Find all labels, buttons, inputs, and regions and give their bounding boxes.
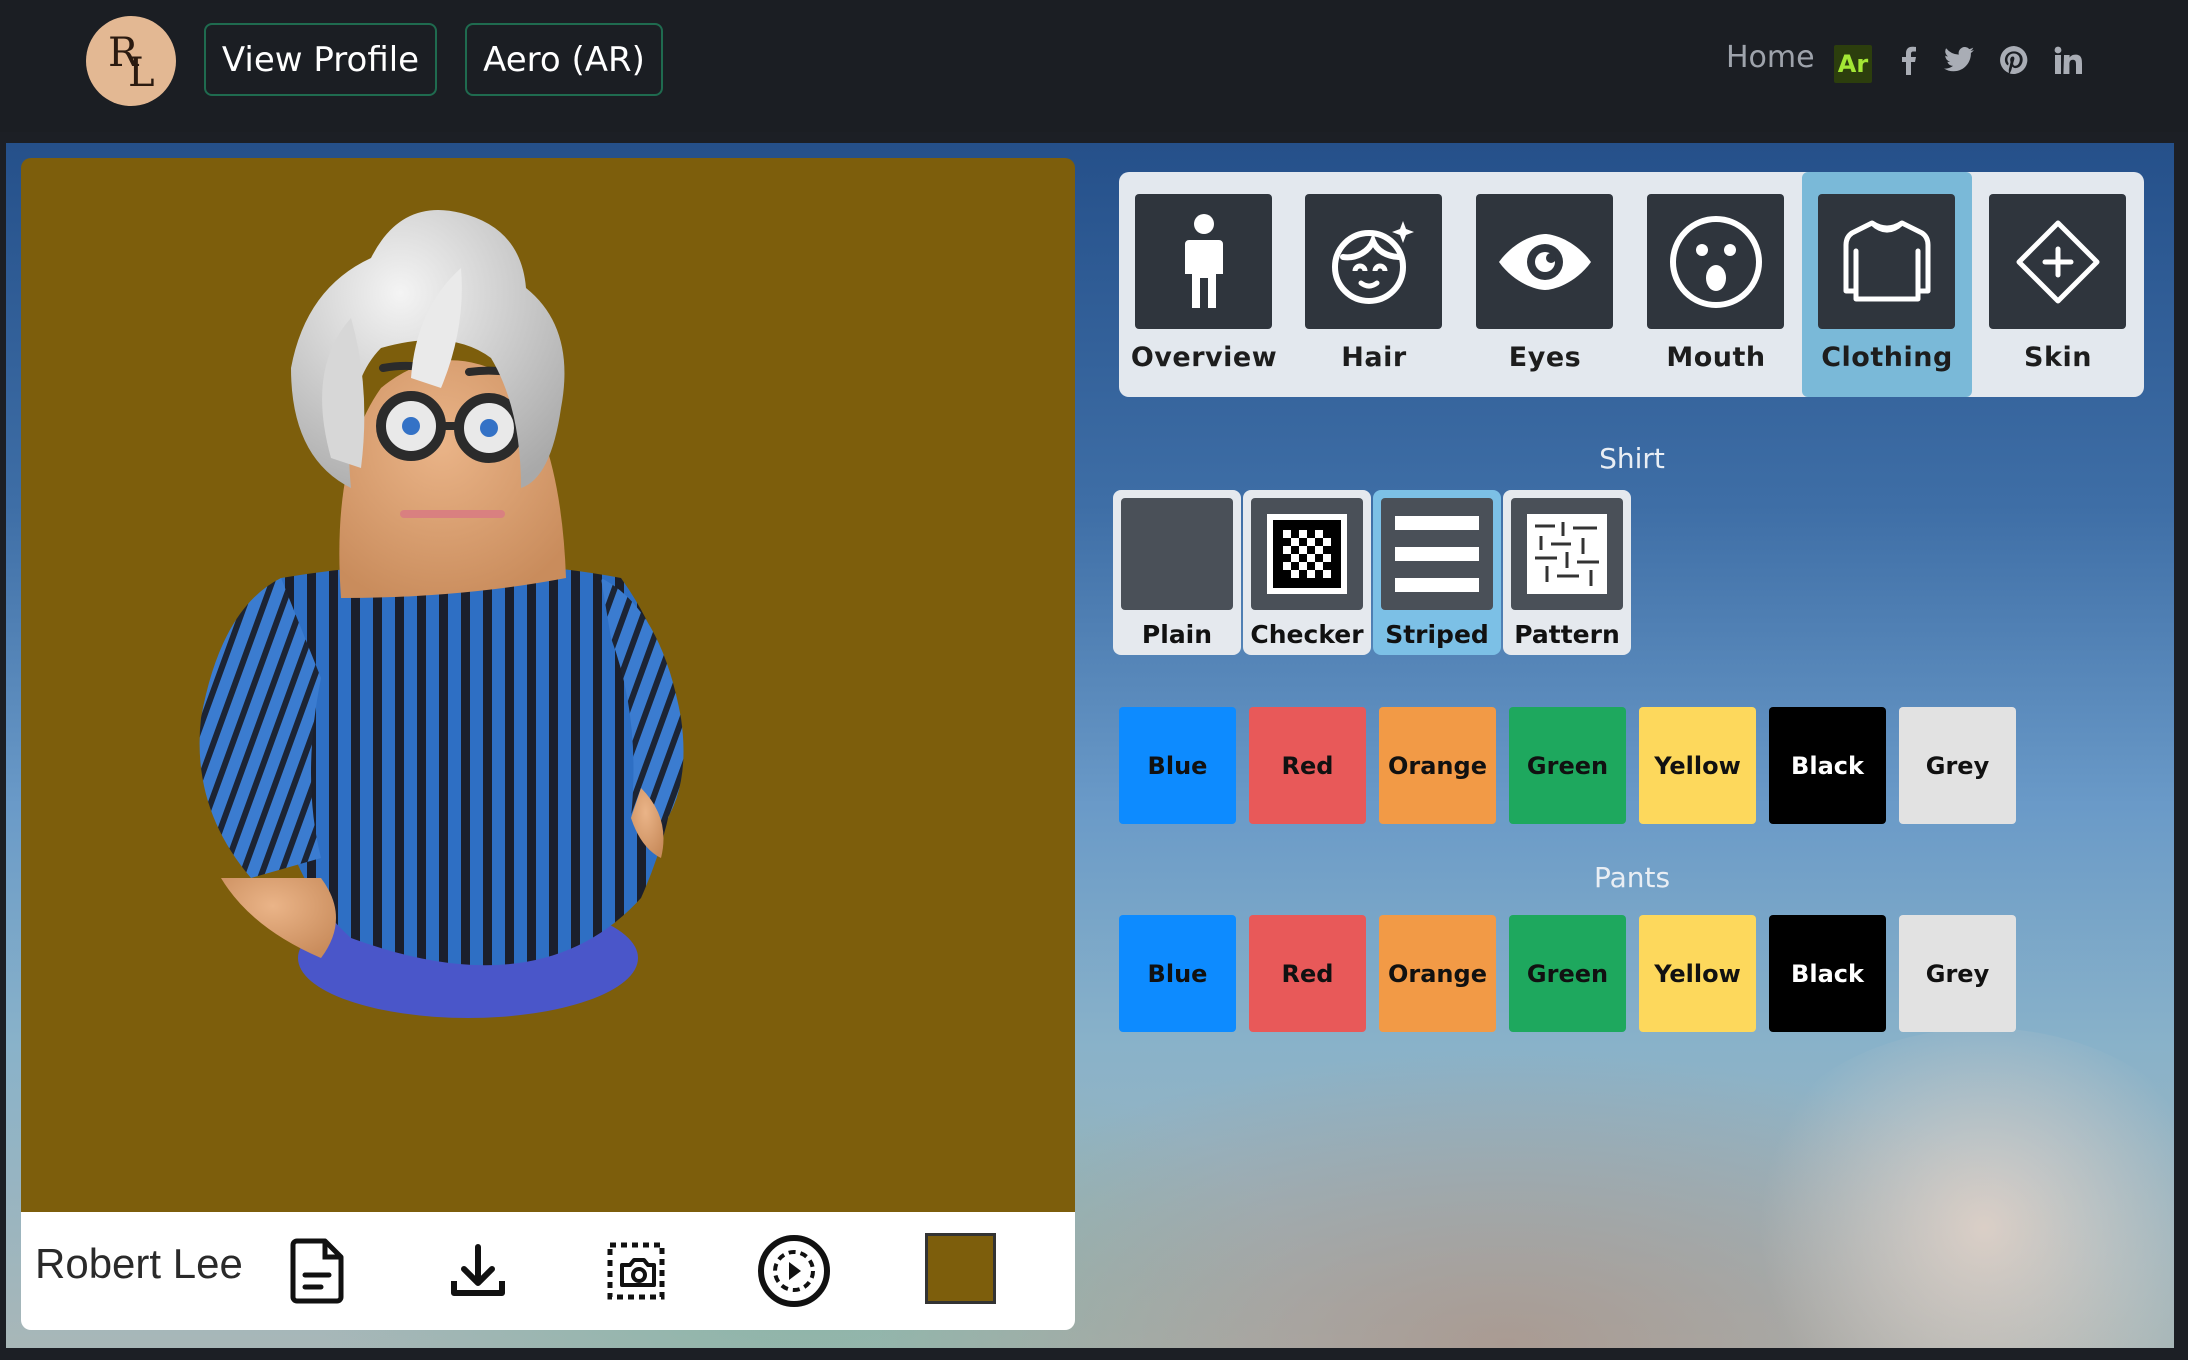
style-label: Striped bbox=[1385, 620, 1489, 649]
shirt-color-grey[interactable]: Grey bbox=[1899, 707, 2016, 824]
shirt-style-plain[interactable]: Plain bbox=[1113, 490, 1241, 655]
tab-label: Hair bbox=[1341, 342, 1407, 373]
striped-icon bbox=[1381, 498, 1493, 610]
tab-label: Skin bbox=[2024, 342, 2092, 373]
shirt-color-green[interactable]: Green bbox=[1509, 707, 1626, 824]
pants-color-yellow[interactable]: Yellow bbox=[1639, 915, 1756, 1032]
pinterest-icon[interactable] bbox=[1996, 42, 2032, 78]
home-link[interactable]: Home bbox=[1726, 40, 1815, 75]
tab-hair[interactable]: Hair bbox=[1289, 172, 1459, 397]
linkedin-icon[interactable] bbox=[2050, 42, 2086, 78]
site-logo[interactable]: R L bbox=[86, 16, 176, 106]
document-icon[interactable] bbox=[279, 1232, 357, 1310]
pants-section-title: Pants bbox=[1593, 861, 1671, 894]
avatar-3d-viewer[interactable] bbox=[21, 158, 1075, 1212]
category-tabs: Overview Hair Eyes Mouth Clothing Skin bbox=[1119, 172, 2144, 397]
pants-color-green[interactable]: Green bbox=[1509, 915, 1626, 1032]
avatar-model bbox=[199, 210, 684, 1018]
person-icon bbox=[1135, 194, 1272, 329]
pattern-icon bbox=[1511, 498, 1623, 610]
tab-skin[interactable]: Skin bbox=[1973, 172, 2143, 397]
shirt-style-pattern[interactable]: Pattern bbox=[1503, 490, 1631, 655]
play-circle-icon[interactable] bbox=[755, 1232, 833, 1310]
viewer-toolbar: Robert Lee bbox=[21, 1212, 1075, 1330]
hair-face-icon bbox=[1305, 194, 1442, 329]
shirt-color-blue[interactable]: Blue bbox=[1119, 707, 1236, 824]
shirt-color-orange[interactable]: Orange bbox=[1379, 707, 1496, 824]
sweater-icon bbox=[1818, 194, 1955, 329]
screenshot-icon[interactable] bbox=[597, 1232, 675, 1310]
surprised-face-icon bbox=[1647, 194, 1784, 329]
style-label: Plain bbox=[1141, 620, 1213, 649]
shirt-color-red[interactable]: Red bbox=[1249, 707, 1366, 824]
logo-letter-l: L bbox=[128, 50, 155, 96]
shirt-section-title: Shirt bbox=[1599, 442, 1665, 475]
pants-color-black[interactable]: Black bbox=[1769, 915, 1886, 1032]
pants-color-blue[interactable]: Blue bbox=[1119, 915, 1236, 1032]
tab-label: Mouth bbox=[1666, 342, 1766, 373]
pants-color-red[interactable]: Red bbox=[1249, 915, 1366, 1032]
tab-overview[interactable]: Overview bbox=[1119, 172, 1289, 397]
pants-color-orange[interactable]: Orange bbox=[1379, 915, 1496, 1032]
view-profile-button[interactable]: View Profile bbox=[204, 23, 437, 96]
adobe-aero-icon[interactable]: Ar bbox=[1834, 45, 1872, 83]
shirt-style-checker[interactable]: Checker bbox=[1243, 490, 1371, 655]
style-label: Pattern bbox=[1514, 620, 1620, 649]
tab-label: Clothing bbox=[1821, 342, 1953, 373]
tab-label: Overview bbox=[1130, 342, 1278, 373]
background-color-swatch[interactable] bbox=[925, 1233, 996, 1304]
checker-icon bbox=[1251, 498, 1363, 610]
download-icon[interactable] bbox=[439, 1232, 517, 1310]
facebook-icon[interactable] bbox=[1890, 42, 1926, 78]
style-label: Checker bbox=[1250, 620, 1364, 649]
pants-color-grey[interactable]: Grey bbox=[1899, 915, 2016, 1032]
shirt-color-yellow[interactable]: Yellow bbox=[1639, 707, 1756, 824]
tab-clothing[interactable]: Clothing bbox=[1802, 172, 1972, 397]
aero-ar-button[interactable]: Aero (AR) bbox=[465, 23, 663, 96]
eye-icon bbox=[1476, 194, 1613, 329]
diamond-plus-icon bbox=[1989, 194, 2126, 329]
plain-icon bbox=[1121, 498, 1233, 610]
tab-label: Eyes bbox=[1508, 342, 1582, 373]
tab-mouth[interactable]: Mouth bbox=[1631, 172, 1801, 397]
shirt-color-black[interactable]: Black bbox=[1769, 707, 1886, 824]
tab-eyes[interactable]: Eyes bbox=[1460, 172, 1630, 397]
twitter-icon[interactable] bbox=[1941, 42, 1977, 78]
avatar-name: Robert Lee bbox=[35, 1240, 243, 1287]
shirt-style-striped[interactable]: Striped bbox=[1373, 490, 1501, 655]
top-navbar: R L View Profile Aero (AR) Home Ar bbox=[0, 0, 2188, 132]
